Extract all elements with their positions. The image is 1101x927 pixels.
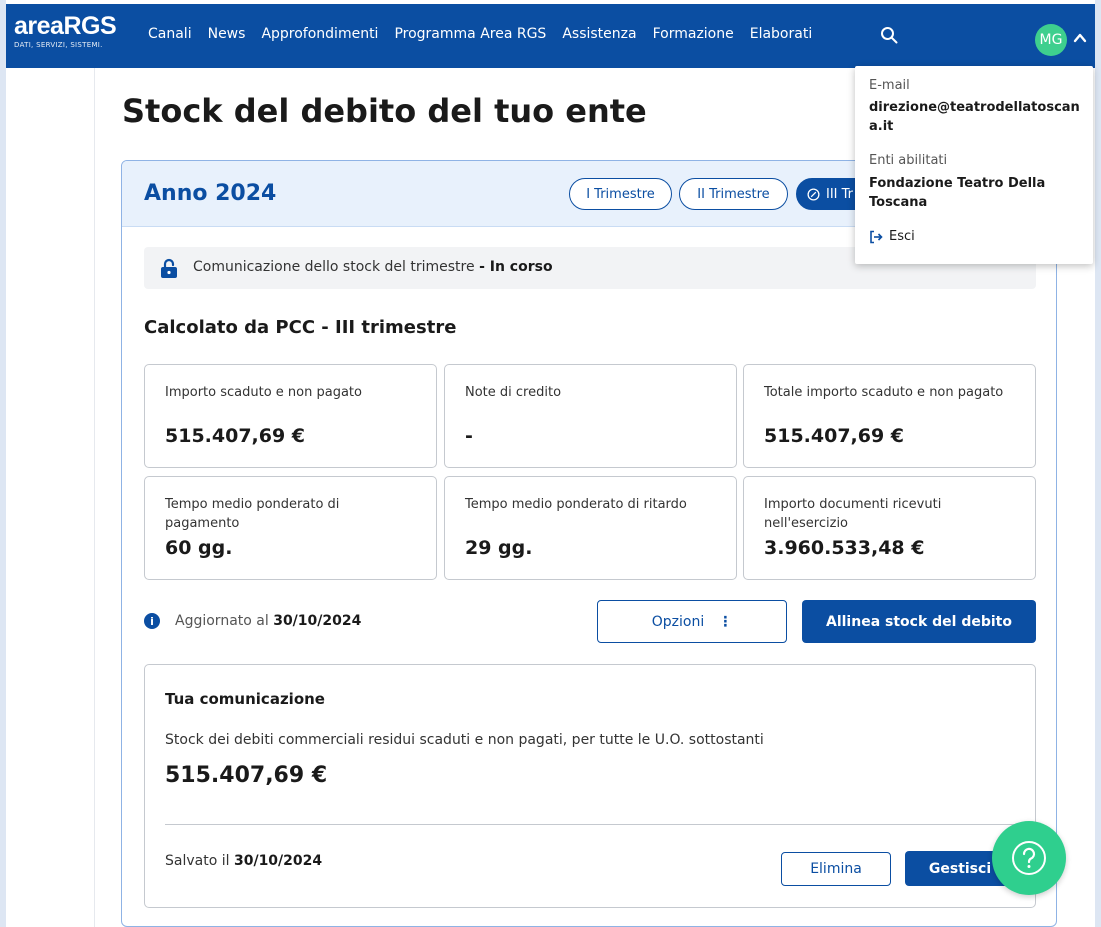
year-card: Anno 2024 I Trimestre II Trimestre III T… [121,160,1057,927]
nav-item-elaborati[interactable]: Elaborati [750,26,812,42]
communication-card: Tua comunicazione Stock dei debiti comme… [144,664,1036,908]
tab-quarter-1[interactable]: I Trimestre [569,178,672,210]
saved-prefix: Salvato il [165,853,230,869]
options-button[interactable]: Opzioni ⋮ [597,600,787,643]
user-avatar[interactable]: MG [1035,24,1067,56]
status-state: - In corso [479,259,553,275]
status-message: Comunicazione dello stock del trimestre [193,259,475,275]
saved-at: Salvato il 30/10/2024 [165,853,322,869]
email-label: E-mail [869,78,910,93]
search-icon[interactable] [880,26,898,44]
communication-description: Stock dei debiti commerciali residui sca… [165,732,764,748]
nav-item-assistenza[interactable]: Assistenza [562,26,636,42]
stat-value: - [465,425,473,447]
updated-date: 30/10/2024 [273,613,362,629]
page-frame-right [1095,0,1101,927]
logo-wordmark: areaRGS [14,12,117,40]
nav-item-approfondimenti[interactable]: Approfondimenti [261,26,378,42]
year-title: Anno 2024 [144,181,277,206]
nav-item-programma-area-rgs[interactable]: Programma Area RGS [394,26,546,42]
delete-button[interactable]: Elimina [781,852,891,886]
stat-card-importo-documenti: Importo documenti ricevuti nell'esercizi… [743,476,1036,580]
stat-label: Importo scaduto e non pagato [165,385,362,400]
stat-label: Tempo medio ponderato di pagamento [165,497,340,531]
info-icon: i [144,613,160,629]
align-stock-button[interactable]: Allinea stock del debito [802,600,1036,643]
stat-label: Totale importo scaduto e non pagato [764,385,1004,400]
stat-card-note-credito: Note di credito - [444,364,737,468]
help-button[interactable] [992,821,1066,895]
stat-value: 29 gg. [465,537,533,559]
divider [165,824,1015,825]
options-button-label: Opzioni [651,613,705,630]
communication-title: Tua comunicazione [165,690,325,708]
stat-value: 3.960.533,48 € [764,537,925,559]
section-title: Calcolato da PCC - III trimestre [144,317,457,338]
content-rail [94,68,95,927]
communication-value: 515.407,69 € [165,763,328,788]
tab-quarter-3-label: III Tr [826,186,854,202]
stat-card-tempo-ritardo: Tempo medio ponderato di ritardo 29 gg. [444,476,737,580]
nav-item-canali[interactable]: Canali [148,26,192,42]
lock-open-icon [161,258,177,278]
kebab-menu-icon: ⋮ [718,613,733,630]
stat-value: 60 gg. [165,537,233,559]
stat-label: Tempo medio ponderato di ritardo [465,497,687,512]
page-frame-left [0,0,6,927]
nav-item-news[interactable]: News [208,26,246,42]
updated-at: Aggiornato al 30/10/2024 [175,613,361,629]
check-circle-icon [807,187,820,201]
site-logo[interactable]: areaRGS DATI, SERVIZI, SISTEMI. [14,12,117,50]
status-text: Comunicazione dello stock del trimestre … [193,259,553,275]
logo-tagline: DATI, SERVIZI, SISTEMI. [14,41,103,49]
user-menu-dropdown: E-mail direzione@teatrodellatoscana.it E… [855,66,1093,264]
logout-label: Esci [889,229,915,244]
stat-card-tempo-pagamento: Tempo medio ponderato di pagamento 60 gg… [144,476,437,580]
stat-label: Note di credito [465,385,562,400]
stat-card-totale-importo: Totale importo scaduto e non pagato 515.… [743,364,1036,468]
logout-link[interactable]: Esci [869,229,915,244]
saved-date: 30/10/2024 [233,853,323,869]
nav-item-formazione[interactable]: Formazione [653,26,734,42]
logout-icon [870,230,883,243]
page-title: Stock del debito del tuo ente [122,92,647,130]
top-navigation-bar: areaRGS DATI, SERVIZI, SISTEMI. Canali N… [6,4,1095,68]
tab-quarter-2[interactable]: II Trimestre [679,178,788,210]
entities-label: Enti abilitati [869,153,948,168]
entities-value: Fondazione Teatro Della Toscana [869,176,1046,210]
chevron-up-icon[interactable] [1072,30,1088,46]
stat-value: 515.407,69 € [764,425,905,447]
email-value: direzione@teatrodellatoscana.it [869,100,1080,134]
stat-value: 515.407,69 € [165,425,306,447]
stat-label: Importo documenti ricevuti nell'esercizi… [764,497,942,531]
question-mark-icon [1012,841,1046,875]
updated-prefix: Aggiornato al [175,613,269,629]
main-nav: Canali News Approfondimenti Programma Ar… [148,26,828,42]
stat-card-importo-scaduto: Importo scaduto e non pagato 515.407,69 … [144,364,437,468]
